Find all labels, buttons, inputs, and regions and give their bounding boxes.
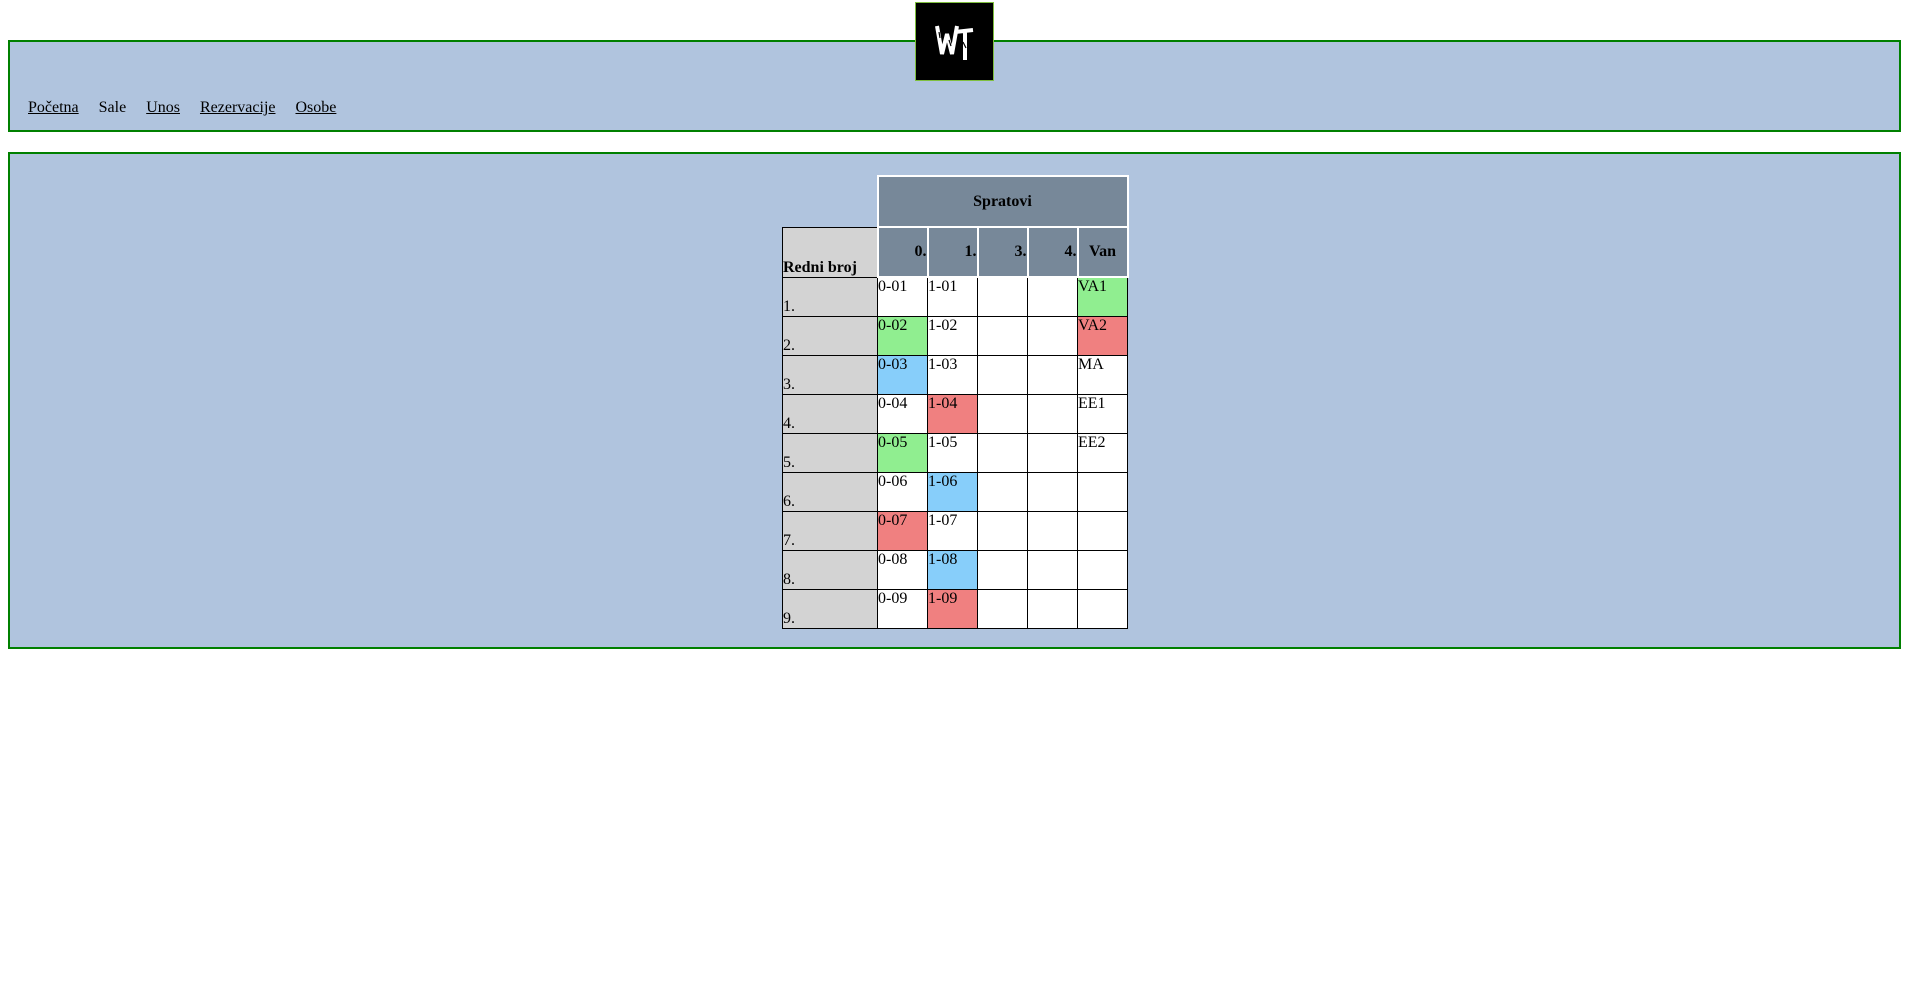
row-number: 8.	[782, 549, 878, 590]
room-cell[interactable]: 1-06	[927, 471, 978, 512]
room-cell[interactable]: VA1	[1077, 276, 1128, 317]
empty-cell	[1077, 588, 1128, 629]
empty-cell	[977, 588, 1028, 629]
room-cell[interactable]: VA2	[1077, 315, 1128, 356]
column-header-floor-3: 3.	[976, 226, 1029, 278]
empty-cell	[1027, 315, 1078, 356]
room-cell[interactable]: 1-07	[927, 510, 978, 551]
table-row: 6. 0-06 1-06	[782, 471, 1128, 512]
nav-item-unos[interactable]: Unos	[146, 99, 180, 117]
room-cell[interactable]: 1-08	[927, 549, 978, 590]
main-nav: Početna Sale Unos Rezervacije Osobe	[28, 99, 356, 117]
room-cell[interactable]: EE1	[1077, 393, 1128, 434]
row-number: 9.	[782, 588, 878, 629]
empty-cell	[1027, 510, 1078, 551]
empty-cell	[1027, 588, 1078, 629]
row-number: 4.	[782, 393, 878, 434]
empty-cell	[977, 315, 1028, 356]
table-row: 8. 0-08 1-08	[782, 549, 1128, 590]
room-cell[interactable]: 0-05	[877, 432, 928, 473]
table-row: 2. 0-02 1-02 VA2	[782, 315, 1128, 356]
column-header-floor-0: 0.	[876, 226, 929, 278]
floors-group-header: Spratovi	[876, 175, 1129, 228]
table-row: 7. 0-07 1-07	[782, 510, 1128, 551]
empty-cell	[1027, 471, 1078, 512]
empty-cell	[977, 393, 1028, 434]
nav-item-sale: Sale	[98, 99, 127, 116]
column-header-floor-1: 1.	[926, 226, 979, 278]
room-cell[interactable]: 0-08	[877, 549, 928, 590]
empty-cell	[977, 276, 1028, 317]
empty-cell	[977, 432, 1028, 473]
empty-cell	[1027, 549, 1078, 590]
wt-logo-glyph	[934, 25, 973, 60]
empty-cell	[977, 510, 1028, 551]
room-cell[interactable]: 0-04	[877, 393, 928, 434]
table-row: 9. 0-09 1-09	[782, 588, 1128, 629]
empty-cell	[1077, 510, 1128, 551]
nav-item-pocetna[interactable]: Početna	[28, 99, 79, 117]
empty-cell	[977, 354, 1028, 395]
room-cell[interactable]: 1-09	[927, 588, 978, 629]
room-cell[interactable]: 1-01	[927, 276, 978, 317]
row-number: 1.	[782, 276, 878, 317]
room-cell[interactable]: EE2	[1077, 432, 1128, 473]
room-cell[interactable]: 1-04	[927, 393, 978, 434]
table-row: 1. 0-01 1-01 VA1	[782, 276, 1128, 317]
table-row: 4. 0-04 1-04 EE1	[782, 393, 1128, 434]
empty-cell	[977, 549, 1028, 590]
nav-item-osobe[interactable]: Osobe	[295, 99, 336, 117]
empty-cell	[1027, 393, 1078, 434]
room-cell[interactable]: 0-06	[877, 471, 928, 512]
row-number: 6.	[782, 471, 878, 512]
column-header-floor-4: 4.	[1026, 226, 1079, 278]
row-number: 5.	[782, 432, 878, 473]
row-number-header: Redni broj	[782, 226, 878, 278]
room-cell[interactable]: 1-02	[927, 315, 978, 356]
table-corner	[783, 176, 878, 227]
room-cell[interactable]: 0-01	[877, 276, 928, 317]
room-cell[interactable]: 0-02	[877, 315, 928, 356]
column-header-van: Van	[1076, 226, 1129, 278]
room-cell[interactable]: 1-05	[927, 432, 978, 473]
wt-logo-icon	[915, 2, 994, 81]
room-cell[interactable]: 0-07	[877, 510, 928, 551]
empty-cell	[1077, 471, 1128, 512]
room-cell[interactable]: 1-03	[927, 354, 978, 395]
rooms-table: Spratovi Redni broj 0. 1. 3. 4. Van 1. 0-…	[782, 175, 1129, 629]
empty-cell	[977, 471, 1028, 512]
empty-cell	[1027, 276, 1078, 317]
nav-item-rezervacije[interactable]: Rezervacije	[200, 99, 276, 117]
table-row: 3. 0-03 1-03 MA	[782, 354, 1128, 395]
row-number: 7.	[782, 510, 878, 551]
main-panel: Spratovi Redni broj 0. 1. 3. 4. Van 1. 0-…	[8, 152, 1901, 649]
table-row: 5. 0-05 1-05 EE2	[782, 432, 1128, 473]
row-number: 2.	[782, 315, 878, 356]
empty-cell	[1027, 432, 1078, 473]
row-number: 3.	[782, 354, 878, 395]
empty-cell	[1077, 549, 1128, 590]
room-cell[interactable]: 0-03	[877, 354, 928, 395]
room-cell[interactable]: 0-09	[877, 588, 928, 629]
table-body: 1. 0-01 1-01 VA1 2. 0-02 1-02 VA2 3. 0-03 1-03 MA 4.…	[782, 276, 1128, 629]
empty-cell	[1027, 354, 1078, 395]
room-cell[interactable]: MA	[1077, 354, 1128, 395]
